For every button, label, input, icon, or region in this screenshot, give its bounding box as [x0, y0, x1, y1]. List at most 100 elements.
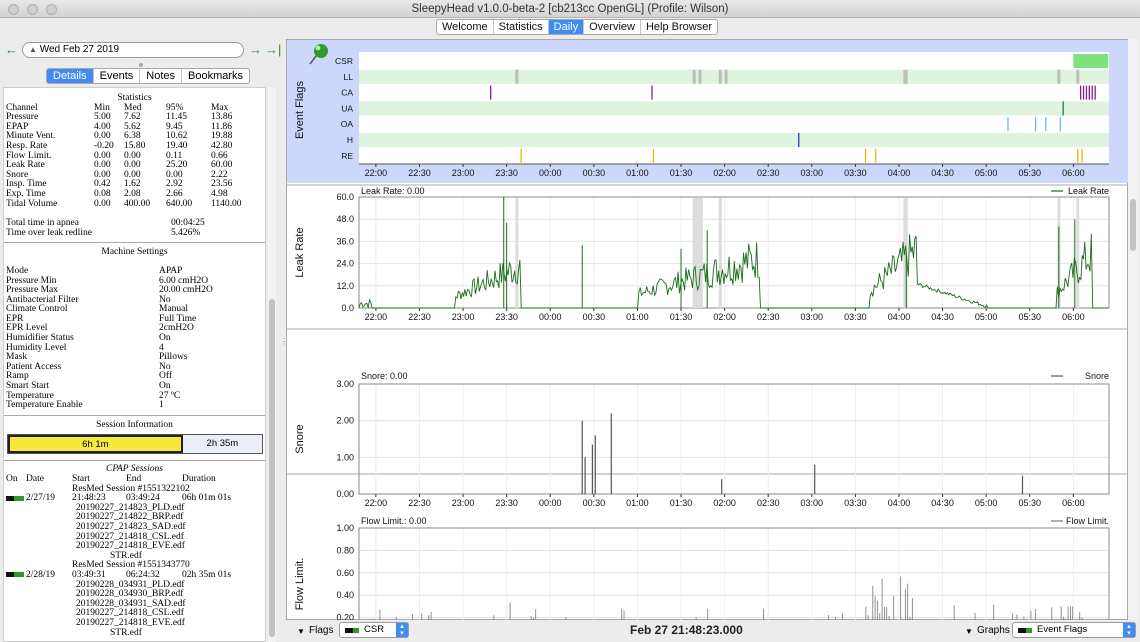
- large-leak-region: [698, 198, 703, 308]
- flags-expand-icon[interactable]: ▼: [297, 627, 305, 636]
- graphs-scrollbar[interactable]: [1128, 39, 1138, 620]
- sessions-column-header: Duration: [182, 474, 216, 484]
- graphs-dropdown[interactable]: Event Flags ▴ ▾: [1012, 622, 1136, 638]
- setting-value: 27 ºC: [159, 390, 181, 401]
- splitter-handle-icon[interactable]: [139, 63, 143, 67]
- details-scrollbar[interactable]: [268, 87, 276, 642]
- leak-rate-line[interactable]: [358, 233, 1109, 310]
- window-controls[interactable]: [8, 4, 57, 15]
- event-flags-ylabel: Event Flags: [294, 80, 306, 139]
- flag-channel-label: H: [347, 135, 353, 145]
- flags-dropdown[interactable]: CSR ▴ ▾: [339, 622, 409, 638]
- date-picker[interactable]: ▲ Wed Feb 27 2019: [22, 42, 244, 58]
- setting-label: Humidity Level: [6, 342, 67, 353]
- time-tick-label: 22:00: [365, 312, 388, 322]
- time-tick-label: 04:00: [888, 498, 911, 508]
- graphs-dropdown-value: Event Flags: [1037, 624, 1088, 635]
- session-segment-1[interactable]: 6h 1m: [8, 435, 183, 454]
- jump-to-last-icon[interactable]: →|: [265, 41, 281, 59]
- session-enabled-toggle[interactable]: [6, 494, 26, 504]
- flag-event-ll[interactable]: [718, 69, 722, 84]
- tab-bookmarks[interactable]: Bookmarks: [182, 69, 249, 83]
- session-date: 2/28/19: [26, 569, 56, 580]
- summary-label: Time over leak redline: [6, 227, 92, 238]
- time-tick-label: 04:00: [888, 312, 911, 322]
- tab-welcome[interactable]: Welcome: [437, 20, 494, 34]
- flag-channel-label: UA: [341, 103, 353, 113]
- tab-details[interactable]: Details: [47, 69, 94, 83]
- snore-ytick-label: 1.00: [336, 452, 354, 462]
- time-tick-label: 05:00: [975, 312, 998, 322]
- flag-event-ll[interactable]: [1057, 69, 1061, 84]
- flag-event-ll[interactable]: [1076, 69, 1080, 84]
- back-arrow-icon[interactable]: ←: [5, 41, 18, 59]
- time-tick-label: 22:00: [365, 168, 388, 178]
- cpap-sessions-table: On Date Start End Duration ResMed Session #15…: [6, 474, 242, 638]
- flag-event-ll[interactable]: [724, 69, 728, 84]
- calendar-toggle-icon[interactable]: ▲: [29, 45, 37, 54]
- flag-channel-label: CA: [341, 88, 353, 98]
- session-duration-bar[interactable]: 6h 1m 2h 35m: [7, 434, 263, 455]
- plot-frame: [358, 383, 1110, 495]
- tab-statistics[interactable]: Statistics: [494, 20, 549, 34]
- flag-channel-label: CSR: [335, 56, 353, 66]
- session-date: 2/27/19: [26, 493, 56, 504]
- zoom-window-button[interactable]: [46, 4, 57, 15]
- flag-event-ll[interactable]: [692, 69, 696, 84]
- time-tick-label: 00:30: [583, 498, 606, 508]
- sessions-column-header: On: [6, 474, 18, 484]
- time-tick-label: 05:30: [1018, 168, 1041, 178]
- snore-ytick-label: 2.00: [336, 416, 354, 426]
- time-tick-label: 03:30: [844, 168, 867, 178]
- tab-overview[interactable]: Overview: [584, 20, 641, 34]
- time-tick-label: 22:30: [408, 312, 431, 322]
- session-segment-2[interactable]: 2h 35m: [182, 435, 262, 454]
- leak-header: Leak Rate: 0.00: [361, 186, 425, 196]
- tab-daily[interactable]: Daily: [548, 20, 585, 34]
- time-tick-label: 22:00: [365, 498, 388, 508]
- time-tick-label: 01:00: [626, 312, 649, 322]
- close-window-button[interactable]: [8, 4, 19, 15]
- leak-ytick-label: 12.0: [336, 281, 354, 291]
- snore-legend: Snore: [1085, 371, 1109, 381]
- details-scroll-thumb[interactable]: [269, 299, 275, 637]
- flow-header: Flow Limit.: 0.00: [361, 516, 427, 526]
- time-tick-label: 04:00: [888, 168, 911, 178]
- plot-frame: [358, 527, 1110, 641]
- time-tick-label: 03:30: [844, 498, 867, 508]
- time-tick-label: 02:00: [713, 498, 736, 508]
- sessions-column-header: Date: [26, 474, 44, 484]
- flag-event-csr[interactable]: [1073, 54, 1109, 68]
- stats-cell: 1140.00: [211, 198, 242, 209]
- tab-events[interactable]: Events: [94, 69, 141, 83]
- time-tick-label: 23:00: [452, 498, 475, 508]
- setting-label: Climate Control: [6, 304, 68, 315]
- session-file: 20190227_214818_EVE.edf: [76, 541, 185, 552]
- flag-event-ll[interactable]: [698, 69, 702, 84]
- time-tick-label: 01:00: [626, 168, 649, 178]
- graphs-scroll-thumb[interactable]: [1130, 199, 1136, 251]
- time-tick-label: 23:00: [452, 312, 475, 322]
- time-tick-label: 22:30: [408, 498, 431, 508]
- session-swatch-icon: [6, 572, 14, 578]
- graphs-canvas[interactable]: Event Flags CSR LL CA UA OA H RE 22:00 22:30 23:00…: [287, 40, 1129, 642]
- machine-settings-heading: Machine Settings: [101, 247, 168, 258]
- details-tabs: Details Events Notes Bookmarks: [46, 68, 251, 84]
- bottom-toolbar: ▼ Flags CSR ▴ ▾ Feb 27 21:48:23.000 ▼ Gra…: [286, 620, 1138, 642]
- minimize-window-button[interactable]: [27, 4, 38, 15]
- time-tick-label: 03:30: [844, 312, 867, 322]
- forward-arrow-icon[interactable]: →: [249, 41, 262, 59]
- session-enabled-toggle[interactable]: [6, 571, 26, 581]
- time-tick-label: 04:30: [931, 498, 954, 508]
- flag-row-band: [359, 133, 1109, 147]
- graphs-expand-icon[interactable]: ▼: [965, 627, 973, 636]
- time-tick-label: 05:30: [1018, 312, 1041, 322]
- flag-event-ll[interactable]: [515, 69, 519, 84]
- tab-notes[interactable]: Notes: [140, 69, 183, 83]
- flags-label: Flags: [309, 625, 334, 636]
- tab-help-browser[interactable]: Help Browser: [641, 20, 717, 34]
- machine-settings-table: Mode APAP Pressure Min 6.00 cmH2O Pressure M…: [6, 266, 213, 411]
- flag-channel-label: LL: [344, 72, 354, 82]
- flag-event-ll[interactable]: [903, 69, 908, 84]
- leak-ytick-label: 24.0: [336, 259, 354, 269]
